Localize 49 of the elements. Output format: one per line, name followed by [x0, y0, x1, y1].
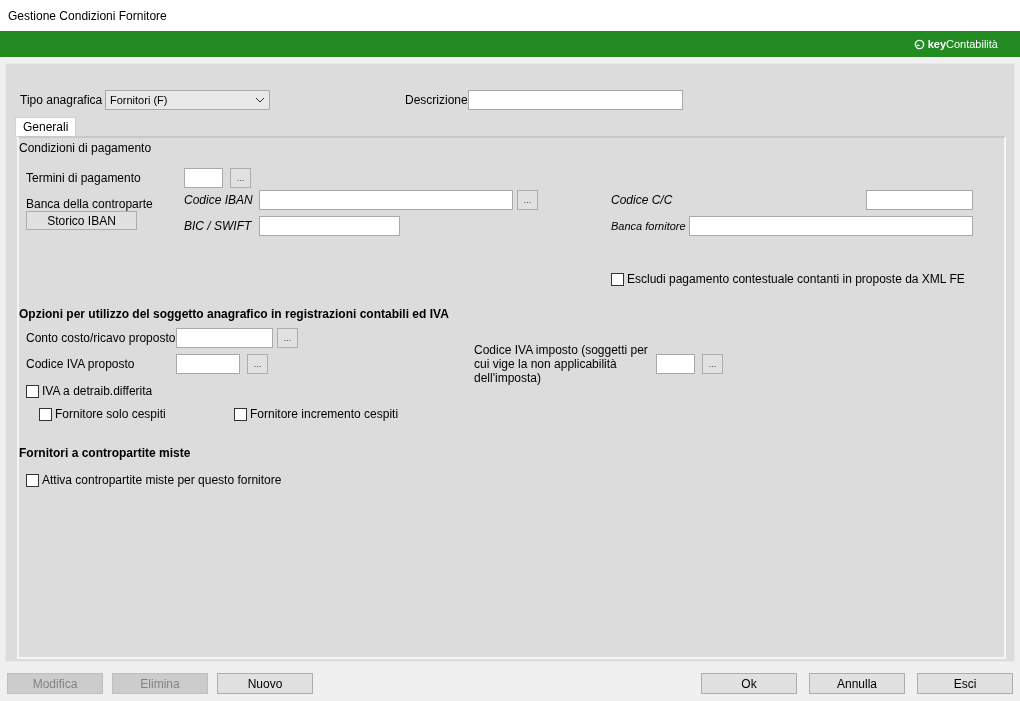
checkbox[interactable] [611, 272, 624, 286]
input-field[interactable] [259, 216, 400, 236]
field-label: BIC / SWIFT [184, 218, 253, 235]
field-label: Codice IVA proposto [26, 356, 136, 373]
field-label: Banca fornitore [611, 218, 687, 234]
field-label: Tipo anagrafica [20, 92, 104, 109]
section-heading: Opzioni per utilizzo del soggetto anagrafico in registrazioni contabili ed IVA [19, 306, 450, 323]
logo-text: keyContabilità [927, 36, 998, 52]
window-title: Gestione Condizioni Fornitore [8, 7, 167, 25]
field-label: Conto costo/ricavo proposto [26, 330, 176, 347]
dialog-button[interactable]: Ok [701, 673, 797, 694]
dialog-button[interactable]: Esci [917, 673, 1013, 694]
dialog-button[interactable]: Annulla [809, 673, 905, 694]
input-field[interactable] [866, 190, 973, 210]
dialog-button[interactable]: Nuovo [217, 673, 313, 694]
browse-button[interactable]: ... [247, 354, 268, 374]
checkbox[interactable] [26, 384, 39, 398]
browse-button[interactable]: ... [277, 328, 298, 348]
checkbox-label: Escludi pagamento contestuale contanti in proposte da XML FE [627, 271, 965, 288]
checkbox-label: Fornitore solo cespiti [55, 406, 166, 423]
input-field[interactable] [176, 328, 273, 348]
type-dropdown[interactable]: Fornitori (F) [105, 90, 270, 110]
field-label: Codice C/C [611, 192, 673, 209]
input-field[interactable] [176, 354, 240, 374]
checkbox[interactable] [39, 407, 52, 421]
field-label: Banca della controparte [26, 197, 154, 211]
chevron-down-icon [255, 97, 265, 103]
checkbox-label: Attiva contropartite miste per questo fornitore [42, 472, 282, 489]
field-label: Termini di pagamento [26, 170, 142, 187]
input-field[interactable] [184, 168, 223, 188]
browse-button[interactable]: ... [517, 190, 538, 210]
section-heading: Fornitori a contropartite miste [19, 445, 192, 462]
input-field[interactable] [259, 190, 513, 210]
browse-button[interactable]: ... [702, 354, 723, 374]
checkbox[interactable] [234, 407, 247, 421]
input-field[interactable] [468, 90, 683, 110]
checkbox-label: Fornitore incremento cespiti [250, 406, 399, 423]
history-button[interactable]: Storico IBAN [26, 211, 137, 230]
field-label: Descrizione [405, 92, 468, 109]
section-heading: Condizioni di pagamento [19, 141, 153, 156]
browse-button[interactable]: ... [230, 168, 251, 188]
checkbox[interactable] [26, 473, 39, 487]
field-label: Codice IBAN [184, 192, 254, 209]
logo-icon [913, 38, 925, 50]
checkbox-label: IVA a detraib.differita [42, 383, 153, 400]
input-field[interactable] [689, 216, 973, 236]
tab[interactable]: Generali [15, 117, 77, 136]
field-label: Codice IVA imposto (soggetti per cui vige la non applicabilità dell'imposta) [474, 343, 649, 385]
input-field[interactable] [656, 354, 695, 374]
